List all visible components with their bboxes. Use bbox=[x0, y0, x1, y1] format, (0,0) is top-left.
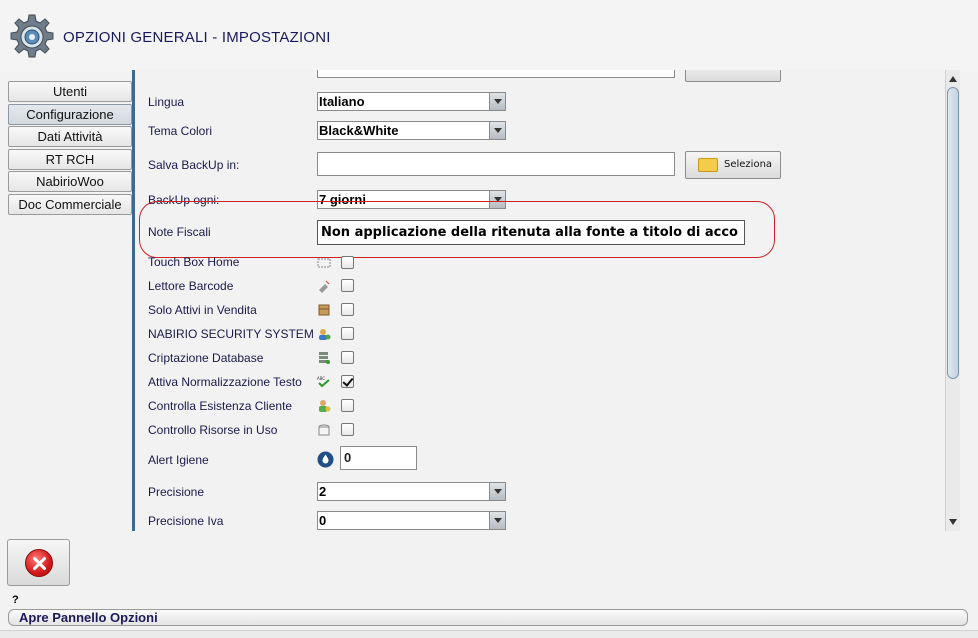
esistenza-cliente-checkbox[interactable] bbox=[341, 399, 354, 412]
chevron-down-icon[interactable] bbox=[489, 512, 505, 529]
window-title: OPZIONI GENERALI - IMPOSTAZIONI bbox=[63, 29, 331, 46]
label-note-fiscali: Note Fiscali bbox=[148, 225, 211, 239]
lettore-barcode-checkbox[interactable] bbox=[341, 279, 354, 292]
scroll-thumb[interactable] bbox=[947, 87, 959, 379]
close-icon bbox=[25, 549, 53, 577]
tab-utenti[interactable]: Utenti bbox=[8, 81, 132, 102]
box-icon bbox=[318, 304, 330, 316]
security-system-checkbox[interactable] bbox=[341, 327, 354, 340]
tab-configurazione[interactable]: Configurazione bbox=[8, 103, 132, 125]
partial-button[interactable] bbox=[685, 70, 781, 82]
label-tema-colori: Tema Colori bbox=[148, 124, 213, 138]
label-salva-backup: Salva BackUp in: bbox=[148, 158, 240, 172]
risorse-uso-checkbox[interactable] bbox=[341, 423, 354, 436]
label-precisione: Precisione bbox=[148, 485, 205, 499]
scroll-up-arrow-icon[interactable] bbox=[949, 76, 957, 82]
chevron-down-icon[interactable] bbox=[489, 483, 505, 500]
label-solo-attivi: Solo Attivi in Vendita bbox=[148, 303, 257, 317]
panel-divider bbox=[132, 70, 135, 531]
tema-colori-select[interactable]: Black&White bbox=[317, 121, 506, 140]
svg-text:ABC: ABC bbox=[317, 376, 325, 381]
configurazione-panel: Lingua Italiano Tema Colori Black&White … bbox=[136, 70, 944, 531]
seleziona-label: Seleziona bbox=[724, 159, 773, 170]
water-drop-icon bbox=[317, 451, 334, 468]
lingua-value: Italiano bbox=[319, 94, 365, 109]
precisione-iva-value: 0 bbox=[319, 513, 327, 528]
chevron-down-icon[interactable] bbox=[489, 122, 505, 139]
note-fiscali-input[interactable]: Non applicazione della ritenuta alla fon… bbox=[317, 220, 745, 245]
partial-field[interactable] bbox=[317, 70, 675, 78]
label-criptazione: Criptazione Database bbox=[148, 351, 264, 365]
tab-nabiriowoo[interactable]: NabirioWoo bbox=[8, 171, 132, 192]
touch-box-icon bbox=[317, 258, 331, 268]
tab-dati-attivita[interactable]: Dati Attività bbox=[8, 126, 132, 147]
tab-rt-rch[interactable]: RT RCH bbox=[8, 148, 132, 170]
window-bottom-edge bbox=[0, 630, 978, 638]
backup-path-input[interactable] bbox=[317, 152, 675, 176]
spellcheck-icon: ABC bbox=[317, 376, 330, 388]
resource-icon bbox=[318, 424, 330, 436]
label-security-system: NABIRIO SECURITY SYSTEM bbox=[148, 327, 314, 341]
label-lettore-barcode: Lettore Barcode bbox=[148, 279, 234, 293]
barcode-scanner-icon bbox=[319, 280, 330, 293]
label-esistenza-cliente: Controlla Esistenza Cliente bbox=[148, 399, 293, 413]
lingua-select[interactable]: Italiano bbox=[317, 92, 506, 111]
gear-settings-icon bbox=[10, 14, 54, 58]
chevron-down-icon[interactable] bbox=[489, 93, 505, 110]
database-icon bbox=[319, 352, 330, 364]
precisione-value: 2 bbox=[319, 484, 327, 499]
label-touch-box-home: Touch Box Home bbox=[148, 255, 240, 269]
label-precisione-iva: Precisione Iva bbox=[148, 514, 224, 528]
label-lingua: Lingua bbox=[148, 95, 185, 109]
label-alert-igiene: Alert Igiene bbox=[148, 453, 209, 467]
label-normalizzazione: Attiva Normalizzazione Testo bbox=[148, 375, 302, 389]
help-mark: ? bbox=[12, 594, 19, 606]
scroll-down-arrow-icon[interactable] bbox=[949, 519, 957, 525]
status-bar: Apre Pannello Opzioni bbox=[8, 609, 968, 626]
vertical-scrollbar[interactable] bbox=[945, 70, 960, 531]
folder-icon bbox=[698, 158, 718, 172]
alert-igiene-input[interactable]: 0 bbox=[340, 446, 417, 470]
window-header: OPZIONI GENERALI - IMPOSTAZIONI bbox=[0, 0, 978, 72]
tab-doc-commerciale[interactable]: Doc Commerciale bbox=[8, 193, 132, 215]
normalizzazione-checkbox[interactable] bbox=[341, 375, 354, 388]
close-button[interactable] bbox=[7, 539, 70, 586]
precisione-select[interactable]: 2 bbox=[317, 482, 506, 501]
seleziona-button[interactable]: Seleziona bbox=[685, 151, 781, 179]
solo-attivi-checkbox[interactable] bbox=[341, 303, 354, 316]
tema-colori-value: Black&White bbox=[319, 123, 399, 138]
precisione-iva-select[interactable]: 0 bbox=[317, 511, 506, 530]
criptazione-checkbox[interactable] bbox=[341, 351, 354, 364]
customer-check-icon bbox=[319, 400, 331, 412]
options-tabs: Utenti Configurazione Dati Attività RT R… bbox=[8, 81, 132, 216]
touch-box-home-checkbox[interactable] bbox=[341, 256, 354, 269]
label-risorse-uso: Controllo Risorse in Uso bbox=[148, 423, 278, 437]
security-user-icon bbox=[319, 329, 331, 340]
